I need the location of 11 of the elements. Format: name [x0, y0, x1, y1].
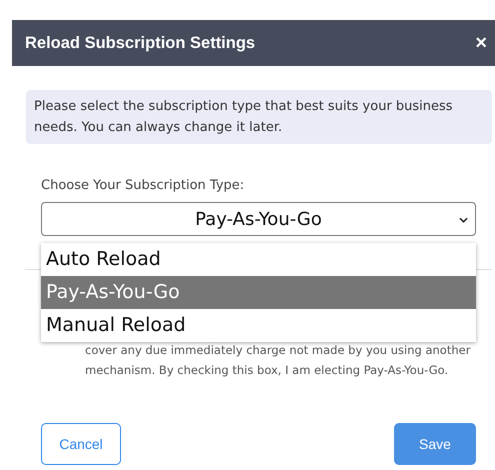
dropdown-option[interactable]: Manual Reload: [41, 309, 476, 342]
dropdown-option[interactable]: Auto Reload: [41, 243, 476, 276]
dialog-title: Reload Subscription Settings: [25, 34, 256, 52]
info-message: Please select the subscription type that best suits your business needs. You can always change it later.: [26, 90, 492, 144]
terms-text: cover any due immediately charge not made by you using another mechanism. By checking this box, I am electing Pay-As-You-Go.: [85, 342, 472, 379]
field-label: Choose Your Subscription Type:: [41, 178, 246, 193]
close-button[interactable]: ×: [473, 32, 489, 54]
subscription-select[interactable]: Pay-As-You-Go: [41, 202, 476, 236]
dropdown-option[interactable]: Pay-As-You-Go: [41, 276, 476, 309]
chevron-down-icon: [459, 217, 468, 223]
cancel-button[interactable]: Cancel: [41, 423, 121, 465]
